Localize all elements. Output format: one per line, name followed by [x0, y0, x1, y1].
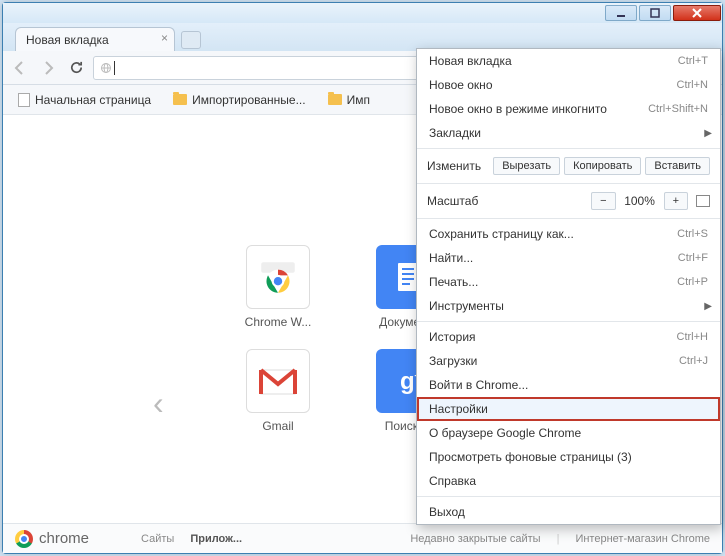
zoom-out-button[interactable]: −: [591, 192, 615, 210]
menu-find[interactable]: Найти...Ctrl+F: [417, 246, 720, 270]
menu-zoom-row: Масштаб − 100% +: [417, 187, 720, 215]
chevron-right-icon: ▶: [704, 128, 712, 139]
window-titlebar: [3, 3, 722, 23]
text-cursor: [114, 61, 115, 75]
footer-apps[interactable]: Прилож...: [190, 533, 242, 545]
close-button[interactable]: [673, 5, 721, 21]
window-controls: [604, 3, 722, 23]
bookmark-imported[interactable]: Импортированные...: [168, 90, 310, 110]
menu-incognito[interactable]: Новое окно в режиме инкогнитоCtrl+Shift+…: [417, 97, 720, 121]
menu-save-page[interactable]: Сохранить страницу как...Ctrl+S: [417, 222, 720, 246]
zoom-in-button[interactable]: +: [664, 192, 688, 210]
menu-new-tab[interactable]: Новая вкладкаCtrl+T: [417, 49, 720, 73]
menu-tools[interactable]: Инструменты▶: [417, 294, 720, 318]
paste-button[interactable]: Вставить: [645, 157, 710, 175]
menu-exit[interactable]: Выход: [417, 500, 720, 524]
footer-sites[interactable]: Сайты: [141, 533, 174, 545]
menu-history[interactable]: ИсторияCtrl+H: [417, 325, 720, 349]
menu-bookmarks[interactable]: Закладки▶: [417, 121, 720, 145]
folder-icon: [328, 94, 342, 105]
footer-store[interactable]: Интернет-магазин Chrome: [575, 533, 710, 545]
chrome-icon: [15, 530, 33, 548]
globe-icon: [100, 62, 112, 74]
tile-gmail[interactable]: Gmail: [233, 349, 323, 433]
chrome-store-icon: [246, 245, 310, 309]
fullscreen-icon[interactable]: [696, 195, 710, 207]
folder-icon: [173, 94, 187, 105]
tab-title: Новая вкладка: [26, 33, 109, 47]
reload-button[interactable]: [65, 57, 87, 79]
menu-edit-row: Изменить Вырезать Копировать Вставить: [417, 152, 720, 180]
menu-separator: [417, 148, 720, 149]
menu-separator: [417, 496, 720, 497]
browser-tab[interactable]: Новая вкладка ×: [15, 27, 175, 51]
menu-separator: [417, 321, 720, 322]
minimize-button[interactable]: [605, 5, 637, 21]
bookmark-label: Импортированные...: [192, 93, 305, 107]
chevron-right-icon: ▶: [704, 301, 712, 312]
page-icon: [18, 93, 30, 107]
back-button[interactable]: [9, 57, 31, 79]
tab-close-icon[interactable]: ×: [161, 31, 168, 45]
menu-settings[interactable]: Настройки: [417, 397, 720, 421]
menu-background-pages[interactable]: Просмотреть фоновые страницы (3): [417, 445, 720, 469]
main-menu: Новая вкладкаCtrl+T Новое окноCtrl+N Нов…: [416, 48, 721, 525]
menu-signin[interactable]: Войти в Chrome...: [417, 373, 720, 397]
bookmark-label: Начальная страница: [35, 93, 151, 107]
separator: |: [557, 533, 560, 545]
tile-chrome-web-store[interactable]: Chrome W...: [233, 245, 323, 329]
menu-print[interactable]: Печать...Ctrl+P: [417, 270, 720, 294]
bookmark-home[interactable]: Начальная страница: [13, 90, 156, 110]
footer: chrome Сайты Прилож... Недавно закрытые …: [3, 523, 722, 553]
bookmark-label: Имп: [347, 93, 370, 107]
menu-separator: [417, 218, 720, 219]
menu-separator: [417, 183, 720, 184]
menu-about[interactable]: О браузере Google Chrome: [417, 421, 720, 445]
tile-label: Chrome W...: [245, 315, 312, 329]
zoom-label: Масштаб: [427, 194, 495, 208]
menu-new-window[interactable]: Новое окноCtrl+N: [417, 73, 720, 97]
forward-button[interactable]: [37, 57, 59, 79]
brand-text: chrome: [39, 530, 89, 547]
gmail-icon: [246, 349, 310, 413]
maximize-button[interactable]: [639, 5, 671, 21]
cut-button[interactable]: Вырезать: [493, 157, 560, 175]
edit-label: Изменить: [427, 159, 489, 173]
bookmark-imp[interactable]: Имп: [323, 90, 375, 110]
new-tab-button[interactable]: [181, 31, 201, 49]
footer-closed[interactable]: Недавно закрытые сайты: [410, 533, 540, 545]
tab-strip: Новая вкладка ×: [3, 23, 722, 51]
tile-label: Gmail: [262, 419, 293, 433]
copy-button[interactable]: Копировать: [564, 157, 641, 175]
menu-downloads[interactable]: ЗагрузкиCtrl+J: [417, 349, 720, 373]
chrome-logo: chrome: [15, 530, 89, 548]
zoom-value: 100%: [620, 194, 660, 208]
prev-page-arrow[interactable]: ‹: [153, 385, 164, 422]
menu-help[interactable]: Справка: [417, 469, 720, 493]
svg-text:g: g: [400, 368, 415, 395]
